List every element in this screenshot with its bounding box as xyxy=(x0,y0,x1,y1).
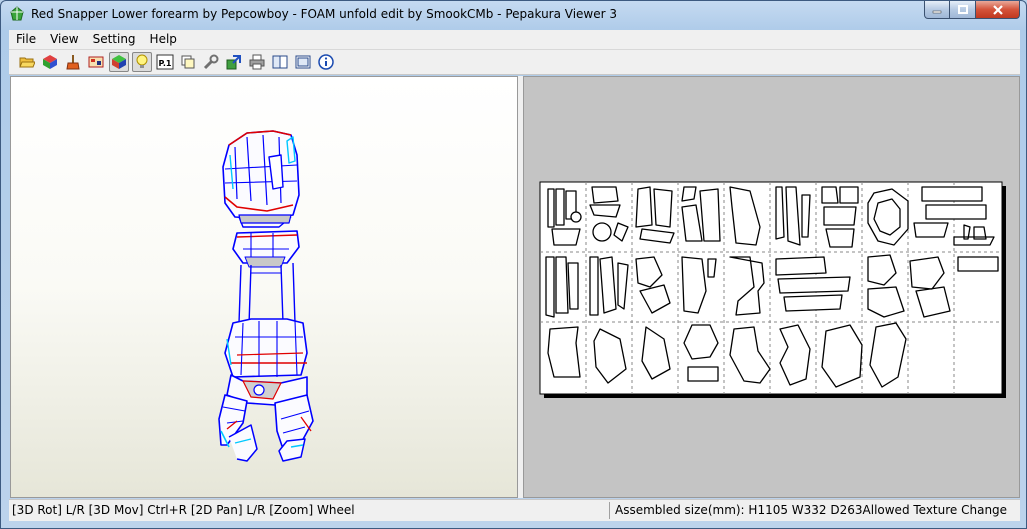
menu-view[interactable]: View xyxy=(43,30,85,49)
wrench-button[interactable] xyxy=(201,52,221,72)
close-button[interactable] xyxy=(976,1,1020,19)
printer-icon xyxy=(249,54,265,70)
open-button[interactable] xyxy=(17,52,37,72)
status-assembled-size: Assembled size(mm): H1105 W332 D263Allow… xyxy=(615,503,1008,517)
maximize-button[interactable] xyxy=(950,1,976,19)
wrench-icon xyxy=(203,54,219,70)
maximize-icon xyxy=(957,5,968,14)
split-pane-icon xyxy=(295,55,311,69)
texture-button[interactable] xyxy=(86,52,106,72)
light-button[interactable] xyxy=(132,52,152,72)
status-bar: [3D Rot] L/R [3D Mov] Ctrl+R [2D Pan] L/… xyxy=(9,499,1020,521)
3d-model-icon xyxy=(43,55,57,69)
toolbar: P.1 xyxy=(9,50,1020,75)
window-title: Red Snapper Lower forearm by Pepcowboy -… xyxy=(31,7,618,21)
page-number-button[interactable]: P.1 xyxy=(155,52,175,72)
status-controls-hint: [3D Rot] L/R [3D Mov] Ctrl+R [2D Pan] L/… xyxy=(12,503,355,517)
tabs-button[interactable] xyxy=(178,52,198,72)
single-pane-icon xyxy=(272,55,288,69)
export-button[interactable] xyxy=(224,52,244,72)
status-divider xyxy=(609,502,610,519)
split-pane-button[interactable] xyxy=(293,52,313,72)
menu-file[interactable]: File xyxy=(9,30,43,49)
print-button[interactable] xyxy=(247,52,267,72)
3d-view-pane[interactable] xyxy=(10,76,518,498)
texture-icon xyxy=(88,56,104,68)
minimize-icon xyxy=(932,10,942,13)
color-cube-button[interactable] xyxy=(109,52,129,72)
3d-forearm-model xyxy=(218,130,314,462)
page-number-label: P.1 xyxy=(159,59,172,68)
tabs-icon xyxy=(181,55,195,69)
menu-help[interactable]: Help xyxy=(143,30,184,49)
open-icon xyxy=(19,57,35,68)
pepakura-app-icon xyxy=(10,6,24,21)
title-bar[interactable]: Red Snapper Lower forearm by Pepcowboy -… xyxy=(1,1,1026,29)
3d-model-button[interactable] xyxy=(40,52,60,72)
page-number-icon: P.1 xyxy=(156,54,174,70)
menu-bar: File View Setting Help xyxy=(9,30,1020,50)
info-icon xyxy=(318,54,334,70)
paint-brush-button[interactable] xyxy=(63,52,83,72)
paint-brush-icon xyxy=(66,55,80,70)
lightbulb-icon xyxy=(136,54,148,68)
caption-buttons xyxy=(924,1,1020,21)
single-pane-button[interactable] xyxy=(270,52,290,72)
export-icon xyxy=(226,55,241,70)
app-window: Red Snapper Lower forearm by Pepcowboy -… xyxy=(0,0,1027,529)
2d-unfold-sheet xyxy=(539,181,1006,398)
2d-view-pane[interactable] xyxy=(523,76,1020,498)
color-cube-icon xyxy=(112,55,126,69)
info-button[interactable] xyxy=(316,52,336,72)
menu-setting[interactable]: Setting xyxy=(86,30,143,49)
minimize-button[interactable] xyxy=(924,1,950,19)
close-icon xyxy=(992,4,1003,15)
